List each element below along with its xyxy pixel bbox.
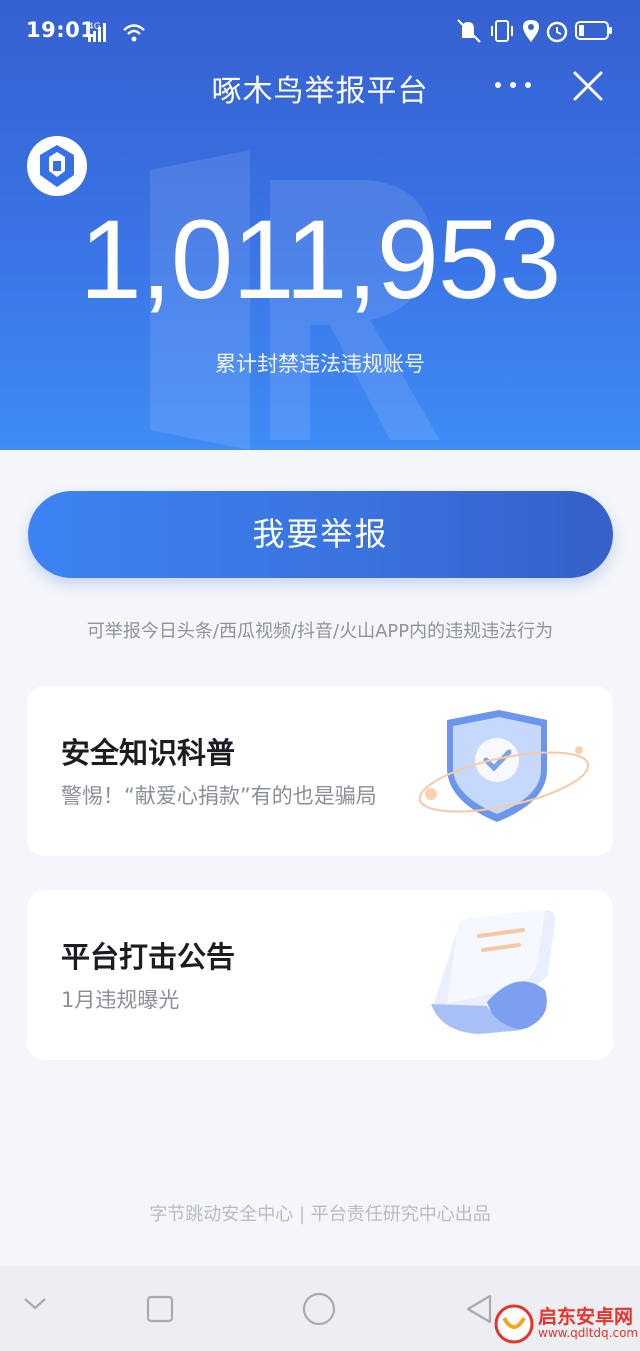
banned-accounts-label: 累计封禁违法违规账号 xyxy=(215,352,425,376)
safety-knowledge-card[interactable]: 安全知识科普 警惕！“献爱心捐款”有的也是骗局 xyxy=(27,686,613,856)
card-subtitle: 1月违规曝光 xyxy=(61,988,180,1012)
location-icon xyxy=(523,20,539,42)
vibrate-icon xyxy=(491,20,513,42)
card-subtitle: 警惕！“献爱心捐款”有的也是骗局 xyxy=(61,784,377,808)
platform-announcement-card[interactable]: 平台打击公告 1月违规曝光 xyxy=(27,890,613,1060)
report-scope-note: 可举报今日头条/西瓜视频/抖音/火山APP内的违规违法行为 xyxy=(86,621,554,642)
watermark-url: www.qdltdq.com xyxy=(538,1326,639,1340)
status-bar: 19:01 4G xyxy=(0,0,640,64)
watermark-badge-icon xyxy=(494,1304,534,1344)
platform-logo-icon xyxy=(27,136,87,196)
wifi-icon xyxy=(123,24,145,42)
back-chevron-icon[interactable] xyxy=(22,1294,48,1314)
battery-icon xyxy=(575,21,612,40)
mute-icon xyxy=(457,19,481,43)
status-right-icons xyxy=(456,18,616,50)
status-left-icons: 4G xyxy=(88,20,152,48)
footer-credits: 字节跳动安全中心 | 平台责任研究中心出品 xyxy=(149,1204,491,1225)
close-icon[interactable] xyxy=(570,68,606,104)
shield-check-icon xyxy=(419,710,589,822)
card-title: 平台打击公告 xyxy=(61,940,236,974)
recents-square-icon[interactable] xyxy=(146,1295,174,1323)
watermark-name: 启东安卓网 xyxy=(538,1306,634,1328)
document-icon xyxy=(431,910,556,1034)
home-circle-icon[interactable] xyxy=(302,1292,336,1326)
report-button[interactable]: 我要举报 xyxy=(28,491,613,578)
hero-banner: 19:01 4G 啄木鸟举报平台 1,011,953 累计封禁违法违规账号 xyxy=(0,0,640,450)
card-title: 安全知识科普 xyxy=(61,736,236,770)
site-watermark: 启东安卓网 www.qdltdq.com xyxy=(494,1300,638,1346)
more-dots-icon[interactable] xyxy=(492,70,534,100)
back-triangle-icon[interactable] xyxy=(464,1293,496,1325)
alarm-icon xyxy=(546,21,568,43)
status-time: 19:01 xyxy=(26,18,96,42)
page-title: 啄木鸟举报平台 xyxy=(211,74,429,109)
banned-accounts-count: 1,011,953 xyxy=(79,197,562,322)
